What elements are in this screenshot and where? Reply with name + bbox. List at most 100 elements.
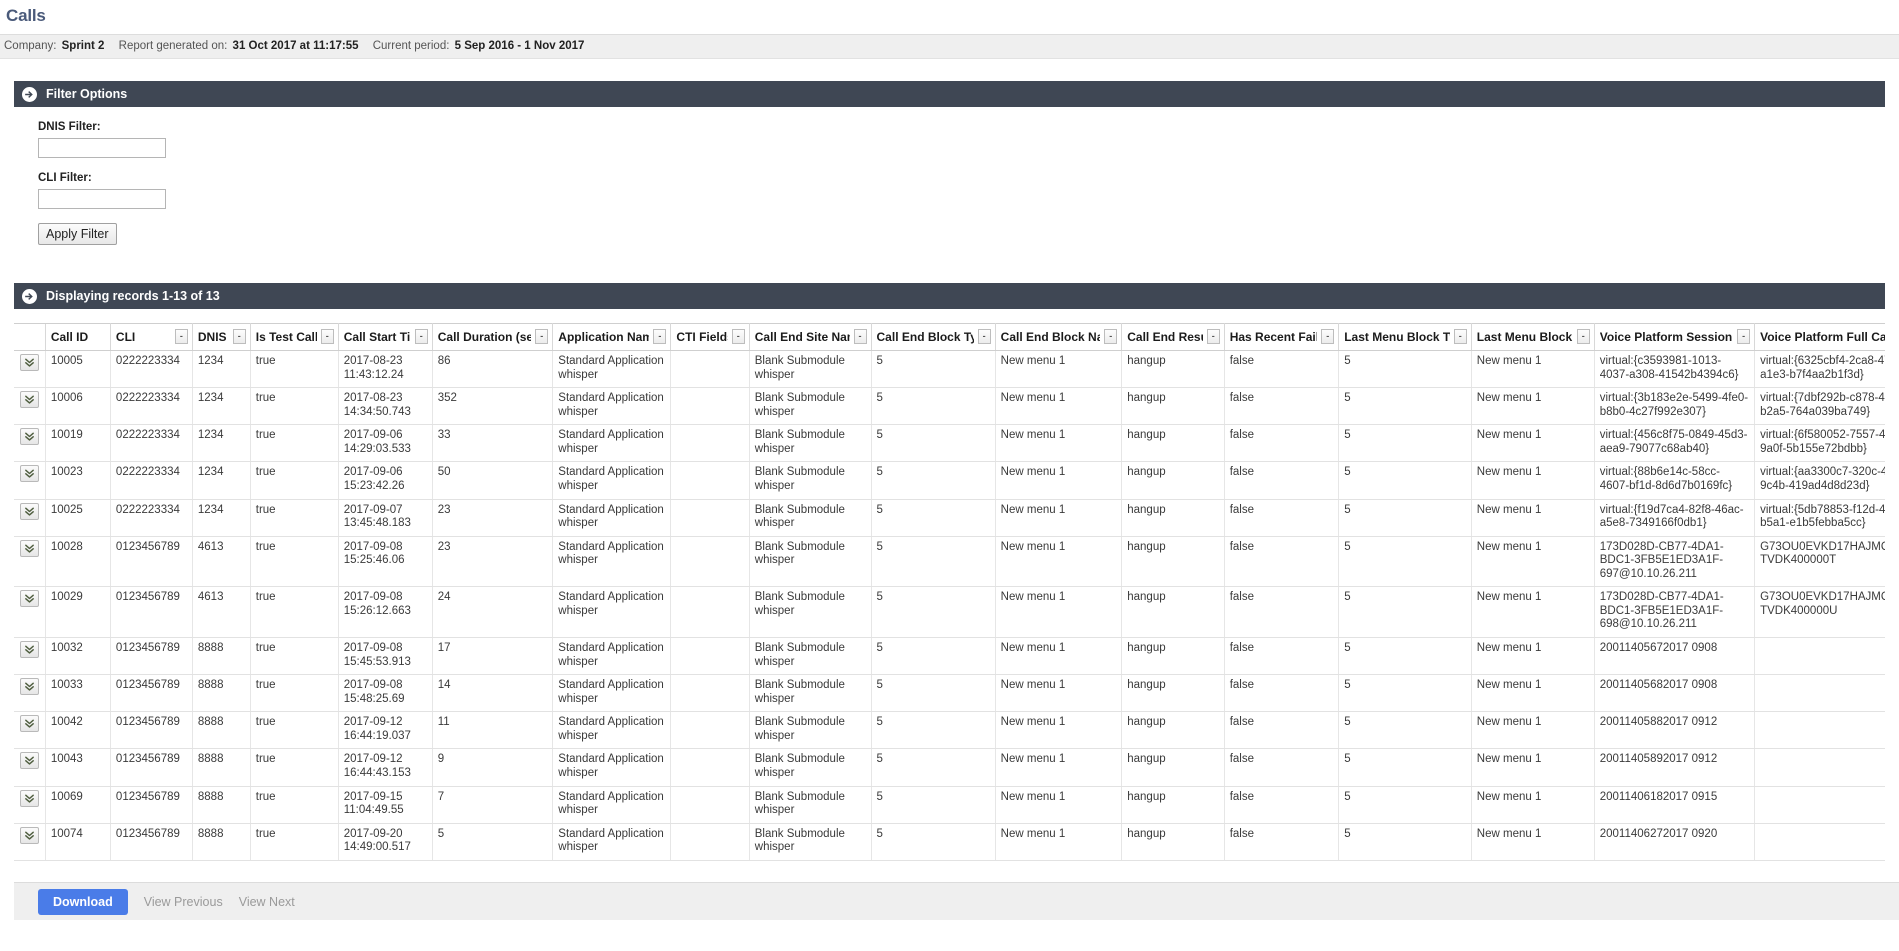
expand-row-button[interactable] — [19, 539, 39, 557]
cell-call-start-time: 2017-09-12 16:44:19.037 — [337, 711, 433, 750]
column-menu-icon[interactable]: - — [977, 329, 991, 344]
table-row: 10029 0123456789 4613 true 2017-09-08 15:26:… — [14, 586, 1885, 638]
row-expand-cell — [14, 748, 46, 787]
expand-row-button[interactable] — [19, 428, 39, 446]
dnis-filter-input[interactable] — [38, 138, 166, 158]
column-header-cli[interactable]: CLI - — [109, 323, 193, 351]
column-label: Call Duration (secs) — [437, 329, 532, 344]
column-menu-icon[interactable]: - — [320, 329, 334, 344]
column-label: Call End Block Type — [876, 329, 974, 344]
column-menu-icon[interactable]: - — [1453, 329, 1467, 344]
filter-options-header[interactable]: Filter Options — [14, 81, 1885, 107]
apply-filter-button[interactable]: Apply Filter — [38, 223, 117, 245]
column-header-call-id[interactable]: Call ID — [44, 323, 111, 351]
column-menu-icon[interactable]: - — [1321, 329, 1335, 344]
cell-call-end-block-name: New menu 1 — [994, 586, 1123, 638]
column-header-voice-platform-session-id[interactable]: Voice Platform Session ID - — [1593, 323, 1756, 351]
cell-call-id: 10043 — [44, 748, 111, 787]
cell-call-end-block-type: 5 — [870, 499, 996, 537]
cell-is-test-call: true — [249, 387, 339, 426]
cell-call-end-block-name: New menu 1 — [994, 674, 1123, 713]
cli-filter-input[interactable] — [38, 189, 166, 209]
cell-has-recent-failure: false — [1223, 424, 1340, 463]
expand-row-button[interactable] — [19, 752, 39, 770]
expand-row-button[interactable] — [19, 465, 39, 483]
download-button[interactable]: Download — [38, 888, 128, 915]
column-header-cti-fields[interactable]: CTI Fields- — [670, 323, 750, 351]
cell-call-duration: 17 — [431, 637, 554, 676]
column-menu-icon[interactable]: - — [653, 329, 667, 344]
expand-row-button[interactable] — [19, 789, 39, 807]
column-header-call-end-result[interactable]: Call End Result- — [1121, 323, 1225, 351]
column-header-voice-platform-full-call-id[interactable]: Voice Platform Full Call ID- — [1754, 323, 1885, 351]
expand-row-button[interactable] — [19, 826, 39, 844]
expand-row-button[interactable] — [19, 391, 39, 409]
column-menu-icon[interactable]: - — [1206, 329, 1220, 344]
cell-call-end-result: hangup — [1121, 350, 1225, 389]
cell-voice-platform-session-id: 20011405892017 0912 — [1593, 748, 1756, 787]
column-menu-icon[interactable]: - — [174, 329, 188, 344]
view-previous-link[interactable]: View Previous — [144, 895, 223, 909]
column-header-last-menu-block-name[interactable]: Last Menu Block Name- — [1470, 323, 1595, 351]
cell-is-test-call: true — [249, 637, 339, 676]
cell-call-duration: 50 — [431, 461, 554, 500]
displaying-records-header[interactable]: Displaying records 1-13 of 13 — [14, 283, 1885, 309]
cell-is-test-call: true — [249, 586, 339, 638]
column-header-call-end-block-type[interactable]: Call End Block Type- — [870, 323, 996, 351]
column-menu-icon[interactable]: - — [1737, 329, 1751, 344]
cell-call-id: 10069 — [44, 786, 111, 824]
column-menu-icon[interactable]: - — [731, 329, 745, 344]
column-header-is-test-call[interactable]: Is Test Call - — [249, 323, 339, 351]
column-header-call-end-site-name[interactable]: Call End Site Name- — [748, 323, 872, 351]
column-header-has-recent-failure[interactable]: Has Recent Failure- — [1223, 323, 1340, 351]
column-header-call-start-time[interactable]: Call Start Time- — [337, 323, 433, 351]
cell-cli: 0222223334 — [109, 424, 193, 463]
cell-call-end-site-name: Blank Submodule whisper — [748, 499, 872, 537]
row-expand-cell — [14, 387, 46, 426]
table-row: 10006 0222223334 1234 true 2017-08-23 14:34:… — [14, 387, 1885, 426]
cell-call-end-block-name: New menu 1 — [994, 424, 1123, 463]
table-row: 10043 0123456789 8888 true 2017-09-12 16:44:… — [14, 748, 1885, 787]
cell-call-id: 10028 — [44, 536, 111, 588]
column-label: Has Recent Failure — [1229, 329, 1318, 344]
expand-row-button[interactable] — [19, 590, 39, 608]
cell-last-menu-block-name: New menu 1 — [1470, 387, 1595, 426]
column-header-application-name[interactable]: Application Name- — [552, 323, 672, 351]
cell-call-end-site-name: Blank Submodule whisper — [748, 786, 872, 824]
cell-voice-platform-full-call-id: virtual:{6325cbf4-2ca8-47db-a1e3-b7f4aa2… — [1754, 350, 1885, 389]
cell-call-start-time: 2017-09-15 11:04:49.55 — [337, 786, 433, 824]
column-menu-icon[interactable]: - — [1104, 329, 1118, 344]
column-menu-icon[interactable]: - — [853, 329, 867, 344]
column-menu-icon[interactable]: - — [1576, 329, 1590, 344]
row-expand-cell — [14, 499, 46, 537]
expand-row-button[interactable] — [19, 715, 39, 733]
cell-application-name: Standard Application whisper — [552, 711, 672, 750]
cell-call-id: 10042 — [44, 711, 111, 750]
cell-call-end-result: hangup — [1121, 711, 1225, 750]
displaying-records-title: Displaying records 1-13 of 13 — [46, 289, 220, 303]
table-row: 10028 0123456789 4613 true 2017-09-08 15:25:… — [14, 536, 1885, 588]
column-header-last-menu-block-type[interactable]: Last Menu Block Type- — [1338, 323, 1472, 351]
expand-row-button[interactable] — [19, 502, 39, 520]
cell-call-end-site-name: Blank Submodule whisper — [748, 461, 872, 500]
column-header-call-duration[interactable]: Call Duration (secs)- — [431, 323, 554, 351]
expand-row-button[interactable] — [19, 641, 39, 658]
cell-call-id: 10033 — [44, 674, 111, 713]
cell-application-name: Standard Application whisper — [552, 424, 672, 463]
column-menu-icon[interactable]: - — [414, 329, 428, 344]
view-next-link[interactable]: View Next — [239, 895, 295, 909]
expand-row-button[interactable] — [19, 678, 39, 696]
expand-column-header — [14, 323, 46, 351]
column-label: Call End Block Name — [1000, 329, 1101, 344]
cell-call-duration: 23 — [431, 499, 554, 537]
cell-application-name: Standard Application whisper — [552, 637, 672, 676]
table-row: 10025 0222223334 1234 true 2017-09-07 13:45:… — [14, 499, 1885, 537]
cell-dnis: 8888 — [191, 748, 251, 787]
column-label: Voice Platform Full Call ID — [1760, 329, 1885, 344]
column-menu-icon[interactable]: - — [535, 329, 549, 344]
column-header-dnis[interactable]: DNIS - — [191, 323, 251, 351]
expand-row-button[interactable] — [19, 354, 39, 371]
column-header-call-end-block-name[interactable]: Call End Block Name- — [994, 323, 1123, 351]
cell-dnis: 1234 — [191, 424, 251, 463]
column-menu-icon[interactable]: - — [232, 329, 246, 344]
